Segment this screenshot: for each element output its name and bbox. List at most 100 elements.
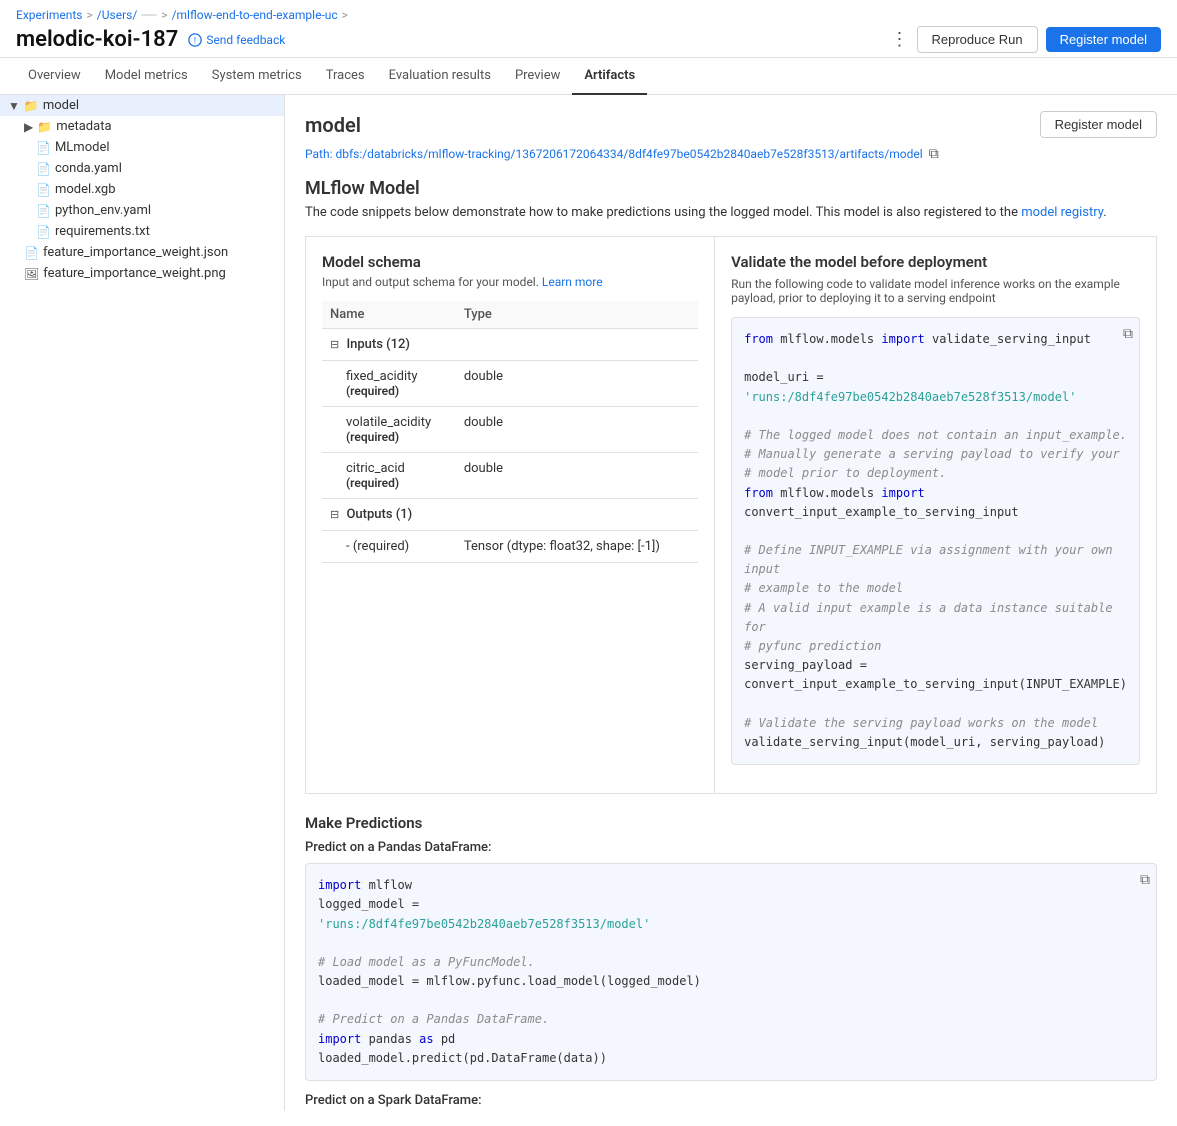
sidebar-label-modelxgb: model.xgb bbox=[55, 182, 116, 197]
copy-path-icon[interactable]: ⧉ bbox=[929, 146, 939, 162]
sidebar-item-feature-png[interactable]: 🖼 feature_importance_weight.png bbox=[0, 263, 284, 284]
schema-title: Model schema bbox=[322, 253, 698, 271]
file-icon-conda: 📄 bbox=[36, 162, 51, 176]
output-field-type: Tensor (dtype: float32, shape: [-1]) bbox=[456, 531, 698, 563]
col-type-header: Type bbox=[456, 301, 698, 329]
field-type-volatile-acidity: double bbox=[456, 407, 698, 453]
sidebar-label-metadata: metadata bbox=[56, 119, 111, 134]
col-name-header: Name bbox=[322, 301, 456, 329]
tab-preview[interactable]: Preview bbox=[503, 58, 572, 95]
file-icon-requirements: 📄 bbox=[36, 225, 51, 239]
predictions-section: Make Predictions Predict on a Pandas Dat… bbox=[305, 814, 1157, 1111]
file-icon-python-env: 📄 bbox=[36, 204, 51, 218]
field-type-citric-acid: double bbox=[456, 453, 698, 499]
tab-evaluation-results[interactable]: Evaluation results bbox=[377, 58, 503, 95]
file-icon-feature-json: 📄 bbox=[24, 246, 39, 260]
sidebar-item-conda[interactable]: 📄 conda.yaml bbox=[0, 158, 284, 179]
file-icon-modelxgb: 📄 bbox=[36, 183, 51, 197]
mlflow-section-desc: The code snippets below demonstrate how … bbox=[305, 205, 1157, 220]
more-options-button[interactable]: ⋮ bbox=[891, 29, 909, 50]
breadcrumb: Experiments > /Users/ > /mlflow-end-to-e… bbox=[16, 8, 1161, 22]
inputs-label: Inputs (12) bbox=[346, 337, 410, 352]
output-field-name: - (required) bbox=[346, 539, 448, 554]
validate-section: Validate the model before deployment Run… bbox=[715, 237, 1156, 793]
field-required-fixed-acidity: (required) bbox=[346, 384, 448, 398]
register-model-content-button[interactable]: Register model bbox=[1040, 111, 1157, 138]
sidebar-label-mlmodel: MLmodel bbox=[55, 140, 110, 155]
sidebar-label-requirements: requirements.txt bbox=[55, 224, 150, 239]
content-area: model Register model Path: dbfs:/databri… bbox=[285, 95, 1177, 1111]
predictions-title: Make Predictions bbox=[305, 814, 1157, 832]
validate-code-block: ⧉ from mlflow.models import validate_ser… bbox=[731, 317, 1140, 765]
field-required-volatile-acidity: (required) bbox=[346, 430, 448, 444]
tab-overview[interactable]: Overview bbox=[16, 58, 93, 95]
sidebar: ▼ 📁 model ▶ 📁 metadata 📄 MLmodel 📄 conda… bbox=[0, 95, 285, 1111]
nav-tabs: Overview Model metrics System metrics Tr… bbox=[0, 58, 1177, 95]
pandas-label: Predict on a Pandas DataFrame: bbox=[305, 840, 1157, 855]
sidebar-label-feature-json: feature_importance_weight.json bbox=[43, 245, 228, 260]
sidebar-item-mlmodel[interactable]: 📄 MLmodel bbox=[0, 137, 284, 158]
outputs-expand-icon[interactable]: ⊟ bbox=[330, 508, 339, 521]
field-name-volatile-acidity: volatile_acidity bbox=[346, 415, 448, 430]
tab-model-metrics[interactable]: Model metrics bbox=[93, 58, 200, 95]
sidebar-item-feature-json[interactable]: 📄 feature_importance_weight.json bbox=[0, 242, 284, 263]
tab-artifacts[interactable]: Artifacts bbox=[572, 58, 647, 95]
breadcrumb-sep1: > bbox=[87, 8, 93, 22]
outputs-label: Outputs (1) bbox=[346, 507, 412, 522]
validate-desc: Run the following code to validate model… bbox=[731, 277, 1140, 305]
sidebar-item-requirements[interactable]: 📄 requirements.txt bbox=[0, 221, 284, 242]
copy-pandas-code-button[interactable]: ⧉ bbox=[1140, 870, 1150, 892]
validate-title: Validate the model before deployment bbox=[731, 253, 1140, 271]
send-feedback-link[interactable]: ! Send feedback bbox=[188, 33, 285, 47]
sidebar-label-feature-png: feature_importance_weight.png bbox=[43, 266, 226, 281]
artifact-title: model bbox=[305, 113, 361, 137]
sidebar-item-python-env[interactable]: 📄 python_env.yaml bbox=[0, 200, 284, 221]
sidebar-label-python-env: python_env.yaml bbox=[55, 203, 151, 218]
svg-text:!: ! bbox=[194, 35, 196, 45]
folder-icon: 📁 bbox=[24, 99, 39, 113]
learn-more-link[interactable]: Learn more bbox=[542, 275, 603, 289]
sidebar-item-modelxgb[interactable]: 📄 model.xgb bbox=[0, 179, 284, 200]
breadcrumb-sep3: > bbox=[342, 8, 348, 22]
pandas-code-block: ⧉ import mlflow logged_model = 'runs:/8d… bbox=[305, 863, 1157, 1081]
schema-table: Name Type ⊟ Inputs (12) bbox=[322, 301, 698, 563]
sidebar-item-metadata[interactable]: ▶ 📁 metadata bbox=[0, 116, 284, 137]
breadcrumb-users[interactable]: /Users/ bbox=[97, 8, 138, 22]
breadcrumb-sep2: > bbox=[161, 8, 167, 22]
artifact-path: Path: dbfs:/databricks/mlflow-tracking/1… bbox=[305, 146, 1157, 162]
reproduce-run-button[interactable]: Reproduce Run bbox=[917, 26, 1038, 53]
field-name-citric-acid: citric_acid bbox=[346, 461, 448, 476]
table-row: volatile_acidity (required) double bbox=[322, 407, 698, 453]
breadcrumb-experiments[interactable]: Experiments bbox=[16, 8, 83, 22]
file-icon-mlmodel: 📄 bbox=[36, 141, 51, 155]
chevron-right-icon: ▶ bbox=[24, 120, 33, 134]
inputs-expand-icon[interactable]: ⊟ bbox=[330, 338, 339, 351]
schema-section: Model schema Input and output schema for… bbox=[306, 237, 715, 793]
mlflow-section-title: MLflow Model bbox=[305, 178, 1157, 199]
sidebar-label-model: model bbox=[43, 98, 79, 113]
feedback-icon: ! bbox=[188, 33, 202, 47]
table-row: citric_acid (required) double bbox=[322, 453, 698, 499]
chevron-down-icon: ▼ bbox=[8, 99, 20, 113]
folder-icon-metadata: 📁 bbox=[37, 120, 52, 134]
register-model-button[interactable]: Register model bbox=[1046, 27, 1161, 52]
tab-system-metrics[interactable]: System metrics bbox=[200, 58, 314, 95]
breadcrumb-user-path bbox=[141, 14, 157, 16]
table-row-output: - (required) Tensor (dtype: float32, sha… bbox=[322, 531, 698, 563]
inputs-group-row: ⊟ Inputs (12) bbox=[322, 329, 698, 361]
field-required-citric-acid: (required) bbox=[346, 476, 448, 490]
sidebar-label-conda: conda.yaml bbox=[55, 161, 122, 176]
copy-validate-code-button[interactable]: ⧉ bbox=[1123, 324, 1133, 346]
breadcrumb-run[interactable]: /mlflow-end-to-end-example-uc bbox=[172, 8, 338, 22]
file-icon-feature-png: 🖼 bbox=[24, 267, 39, 281]
sidebar-item-model[interactable]: ▼ 📁 model bbox=[0, 95, 284, 116]
field-name-fixed-acidity: fixed_acidity bbox=[346, 369, 448, 384]
schema-desc: Input and output schema for your model. … bbox=[322, 275, 698, 289]
table-row: fixed_acidity (required) double bbox=[322, 361, 698, 407]
page-title: melodic-koi-187 bbox=[16, 27, 178, 52]
tab-traces[interactable]: Traces bbox=[314, 58, 377, 95]
model-registry-link[interactable]: model registry bbox=[1021, 205, 1103, 220]
spark-label: Predict on a Spark DataFrame: bbox=[305, 1093, 1157, 1108]
field-type-fixed-acidity: double bbox=[456, 361, 698, 407]
outputs-group-row: ⊟ Outputs (1) bbox=[322, 499, 698, 531]
